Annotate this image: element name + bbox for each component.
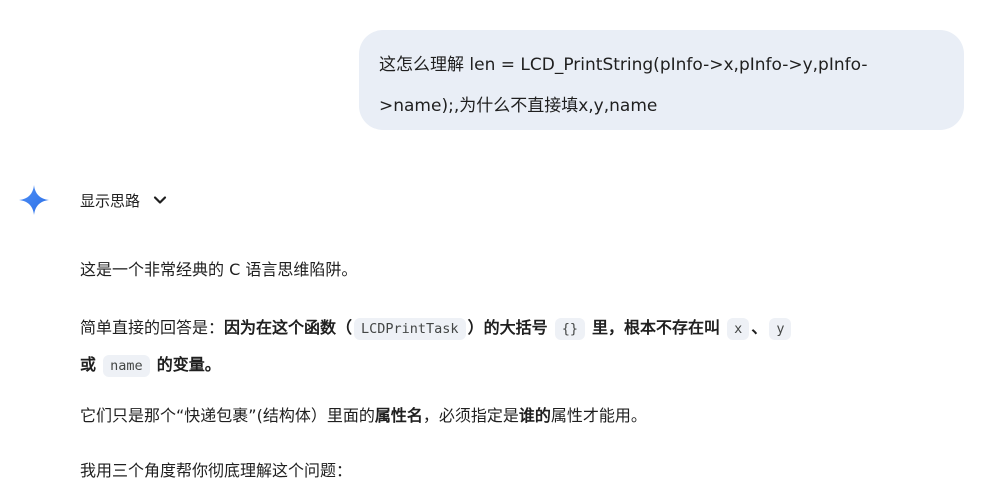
p3-text-3: 属性才能用。 [550, 406, 647, 425]
answer-bold-2: ）的大括号 [467, 318, 548, 337]
response-paragraph-1: 这是一个非常经典的 C 语言思维陷阱。 [80, 260, 358, 279]
user-message-line-1: 这怎么理解 len = LCD_PrintString(pInfo->x,pIn… [379, 55, 868, 75]
answer-bold-3: 里，根本不存在叫 [592, 318, 721, 337]
response-paragraph-4: 我用三个角度帮你彻底理解这个问题： [80, 461, 353, 480]
answer-separator: 、 [751, 318, 768, 337]
response-paragraph-2: 简单直接的回答是：因为在这个函数（ LCDPrintTask ）的大括号 {} 里，… [80, 310, 960, 384]
user-message-bubble: 这怎么理解 len = LCD_PrintString(pInfo->x,pIn… [359, 30, 964, 130]
code-y: y [769, 318, 792, 340]
chevron-down-icon [153, 196, 167, 204]
p3-text-1: 它们只是那个“快递包裹”(结构体）里面的 [80, 406, 375, 425]
code-lcdprinttask: LCDPrintTask [354, 318, 466, 340]
code-name: name [103, 355, 150, 377]
answer-bold-5: 的变量。 [156, 355, 221, 374]
p3-text-2: ，必须指定是 [422, 406, 519, 425]
show-thoughts-label: 显示思路 [80, 191, 141, 210]
code-braces: {} [554, 318, 585, 340]
p3-bold-1: 属性名 [374, 406, 423, 425]
show-thoughts-toggle[interactable]: 显示思路 [80, 186, 168, 214]
response-paragraph-3: 它们只是那个“快递包裹”(结构体）里面的属性名，必须指定是谁的属性才能用。 [80, 396, 647, 436]
answer-bold-4: 或 [80, 355, 97, 374]
gemini-sparkle-icon [19, 185, 49, 215]
user-message-line-2: >name);,为什么不直接填x,y,name [379, 96, 658, 116]
answer-lead: 简单直接的回答是： [80, 318, 225, 337]
code-x: x [727, 318, 750, 340]
answer-bold-1: 因为在这个函数（ [224, 318, 353, 337]
p3-bold-2: 谁的 [518, 406, 551, 425]
